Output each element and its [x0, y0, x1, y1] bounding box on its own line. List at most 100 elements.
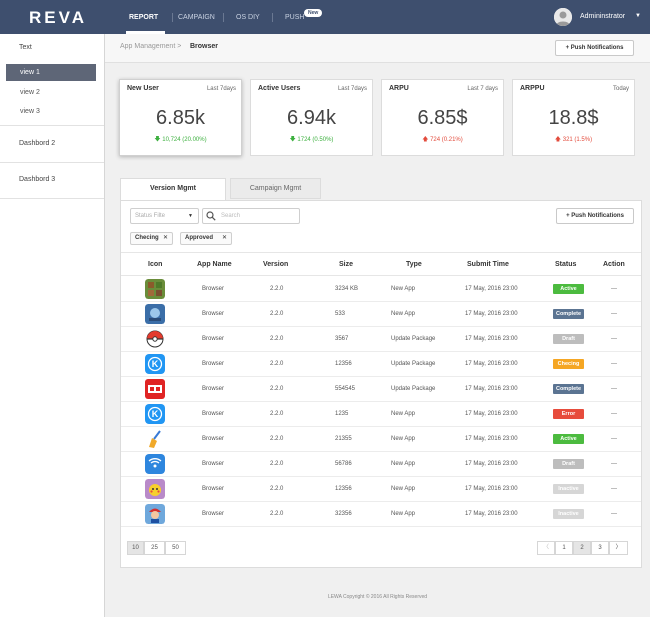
page-size-10[interactable]: 10 [127, 541, 144, 555]
action-cell[interactable]: --- [611, 436, 617, 442]
type-cell: New App [391, 511, 416, 517]
page-3[interactable]: 3 [591, 541, 609, 555]
prev-page-button[interactable]: 〈 [537, 541, 555, 555]
sidebar-item-view-2[interactable]: view 2 [6, 84, 96, 101]
app-name-cell: Browser [202, 411, 225, 417]
column-header-icon[interactable]: Icon [148, 261, 162, 268]
sidebar-item-view-1[interactable]: view 1 [6, 64, 96, 81]
status-filter-select[interactable]: Status Filte ▼ [130, 208, 199, 224]
column-header-size[interactable]: Size [339, 261, 353, 268]
k-app-icon: K [145, 354, 165, 374]
tab-version-mgmt[interactable]: Version Mgmt [120, 178, 226, 201]
action-cell[interactable]: --- [611, 286, 617, 292]
filter-chip-approved[interactable]: Approved ✕ [180, 232, 232, 245]
action-cell[interactable]: --- [611, 336, 617, 342]
table-row[interactable]: K Browser 2.2.0 1235 New App 17 May, 2016 23:… [121, 402, 641, 427]
column-header-type[interactable]: Type [406, 261, 422, 268]
status-badge: Inactive [553, 484, 584, 494]
card-change: 🡅 321 (1.5%) [513, 135, 634, 145]
table-row[interactable]: Browser 2.2.0 533 New App 17 May, 2016 23:00… [121, 302, 641, 327]
submit-time-cell: 17 May, 2016 23:00 [465, 336, 518, 342]
push-notifications-button-panel[interactable]: + Push Notifications [556, 208, 634, 224]
card-title: Active Users [258, 85, 301, 92]
app-name-cell: Browser [202, 436, 225, 442]
search-input[interactable]: Search [202, 208, 300, 224]
nav-campaign[interactable]: CAMPAIGN [178, 14, 215, 21]
column-header-status[interactable]: Status [555, 261, 576, 268]
stat-card-arppu: ARPPU Today 18.8$ 🡅 321 (1.5%) [512, 79, 635, 156]
sidebar-divider [0, 162, 104, 163]
close-icon[interactable]: ✕ [222, 233, 227, 244]
type-cell: New App [391, 411, 416, 417]
action-cell[interactable]: --- [611, 461, 617, 467]
column-header-submit-time[interactable]: Submit Time [467, 261, 509, 268]
page-1[interactable]: 1 [555, 541, 573, 555]
version-cell: 2.2.0 [270, 461, 284, 467]
version-panel: Status Filte ▼ Search + Push Notificatio… [120, 200, 642, 568]
size-cell: 12356 [335, 486, 352, 492]
card-change-value: 10,724 (20.00%) [162, 137, 207, 143]
status-badge: Active [553, 284, 584, 294]
next-page-button[interactable]: 〉 [609, 541, 628, 555]
sidebar: Text view 1 view 2 view 3 Dashbord 2 Das… [0, 34, 105, 617]
chevron-left-icon: 〈 [542, 545, 549, 551]
size-cell: 21355 [335, 436, 352, 442]
page-size-50[interactable]: 50 [165, 541, 186, 555]
status-badge: Complete [553, 309, 584, 319]
breadcrumb-parent[interactable]: App Management > [120, 43, 181, 50]
action-cell[interactable]: --- [611, 386, 617, 392]
type-cell: New App [391, 461, 416, 467]
page-2[interactable]: 2 [573, 541, 591, 555]
action-cell[interactable]: --- [611, 361, 617, 367]
submit-time-cell: 17 May, 2016 23:00 [465, 361, 518, 367]
type-cell: New App [391, 286, 416, 292]
close-icon[interactable]: ✕ [163, 233, 168, 244]
column-header-app-name[interactable]: App Name [197, 261, 232, 268]
table-row[interactable]: Browser 2.2.0 32356 New App 17 May, 2016 23:… [121, 502, 641, 527]
minecraft-icon [145, 279, 165, 299]
table-row[interactable]: Browser 2.2.0 554545 Update Package 17 May, … [121, 377, 641, 402]
app-name-cell: Browser [202, 311, 225, 317]
action-cell[interactable]: --- [611, 411, 617, 417]
card-change-value: 321 (1.5%) [562, 137, 593, 143]
card-period: Last 7days [206, 86, 236, 92]
nav-os-diy[interactable]: OS DIY [236, 14, 260, 21]
stat-card-arpu: ARPU Last 7 days 6.85$ 🡅 724 (0.21%) [381, 79, 504, 156]
caret-down-icon[interactable]: ▼ [635, 13, 641, 19]
logo[interactable]: REVA [29, 8, 87, 28]
table-row[interactable]: Browser 2.2.0 56786 New App 17 May, 2016 23:… [121, 452, 641, 477]
column-header-version[interactable]: Version [263, 261, 288, 268]
sidebar-item-view-3[interactable]: view 3 [6, 103, 96, 120]
table-row[interactable]: Browser 2.2.0 21355 New App 17 May, 2016 23:… [121, 427, 641, 452]
avatar[interactable] [554, 8, 572, 26]
card-change-value: 724 (0.21%) [430, 137, 463, 143]
table-row[interactable]: Browser 2.2.0 3234 KB New App 17 May, 2016 2… [121, 277, 641, 302]
nav-push[interactable]: PUSH [285, 14, 304, 21]
table-row[interactable]: K Browser 2.2.0 12356 Update Package 17 May, … [121, 352, 641, 377]
status-badge: Draft [553, 459, 584, 469]
sidebar-group-dashbord-2[interactable]: Dashbord 2 [19, 140, 55, 147]
action-cell[interactable]: --- [611, 486, 617, 492]
page-size-25[interactable]: 25 [144, 541, 165, 555]
action-cell[interactable]: --- [611, 511, 617, 517]
sidebar-divider [0, 125, 104, 126]
chip-label: Approved [185, 235, 214, 241]
status-filter-placeholder: Status Filte [135, 213, 166, 219]
table-row[interactable]: Browser 2.2.0 12356 New App 17 May, 2016 23:… [121, 477, 641, 502]
action-cell[interactable]: --- [611, 311, 617, 317]
mario-icon [145, 504, 165, 524]
tab-campaign-mgmt[interactable]: Campaign Mgmt [230, 178, 321, 199]
submit-time-cell: 17 May, 2016 23:00 [465, 386, 518, 392]
sidebar-title: Text [19, 44, 32, 51]
push-notifications-button[interactable]: + Push Notifications [555, 40, 634, 56]
username[interactable]: Admininstrator [580, 13, 625, 20]
sidebar-group-dashbord-3[interactable]: Dashbord 3 [19, 176, 55, 183]
app-name-cell: Browser [202, 461, 225, 467]
column-header-action[interactable]: Action [603, 261, 625, 268]
chevron-right-icon: 〉 [615, 545, 622, 551]
version-cell: 2.2.0 [270, 486, 284, 492]
table-row[interactable]: Browser 2.2.0 3567 Update Package 17 May, 20… [121, 327, 641, 352]
version-cell: 2.2.0 [270, 286, 284, 292]
nav-report[interactable]: REPORT [129, 14, 158, 21]
filter-chip-checing[interactable]: Checing ✕ [130, 232, 173, 245]
